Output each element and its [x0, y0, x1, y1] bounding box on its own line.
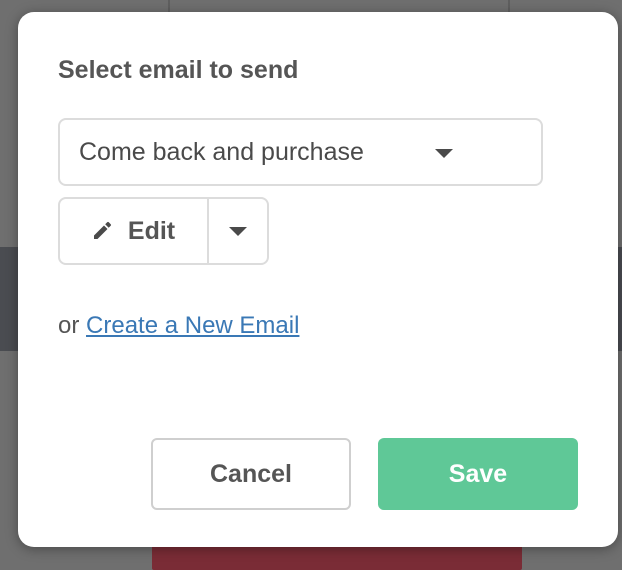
edit-split-button: Edit — [58, 197, 269, 265]
select-email-modal: Select email to send Come back and purch… — [18, 12, 618, 547]
pencil-icon — [93, 221, 111, 239]
email-select[interactable]: Come back and purchase — [58, 118, 543, 186]
background-divider — [508, 0, 510, 12]
chevron-down-icon — [229, 226, 247, 236]
modal-title: Select email to send — [58, 56, 299, 84]
save-button[interactable]: Save — [378, 438, 578, 510]
create-prefix: or — [58, 312, 80, 339]
email-select-value: Come back and purchase — [79, 137, 364, 166]
edit-options-dropdown[interactable] — [209, 199, 267, 263]
edit-button-label: Edit — [127, 216, 176, 245]
create-email-line: or Create a New Email — [58, 312, 299, 340]
cancel-button[interactable]: Cancel — [151, 438, 351, 510]
background-divider — [168, 0, 170, 12]
create-new-email-link[interactable]: Create a New Email — [86, 312, 299, 339]
edit-button[interactable]: Edit — [60, 199, 209, 263]
chevron-down-icon — [435, 149, 453, 158]
